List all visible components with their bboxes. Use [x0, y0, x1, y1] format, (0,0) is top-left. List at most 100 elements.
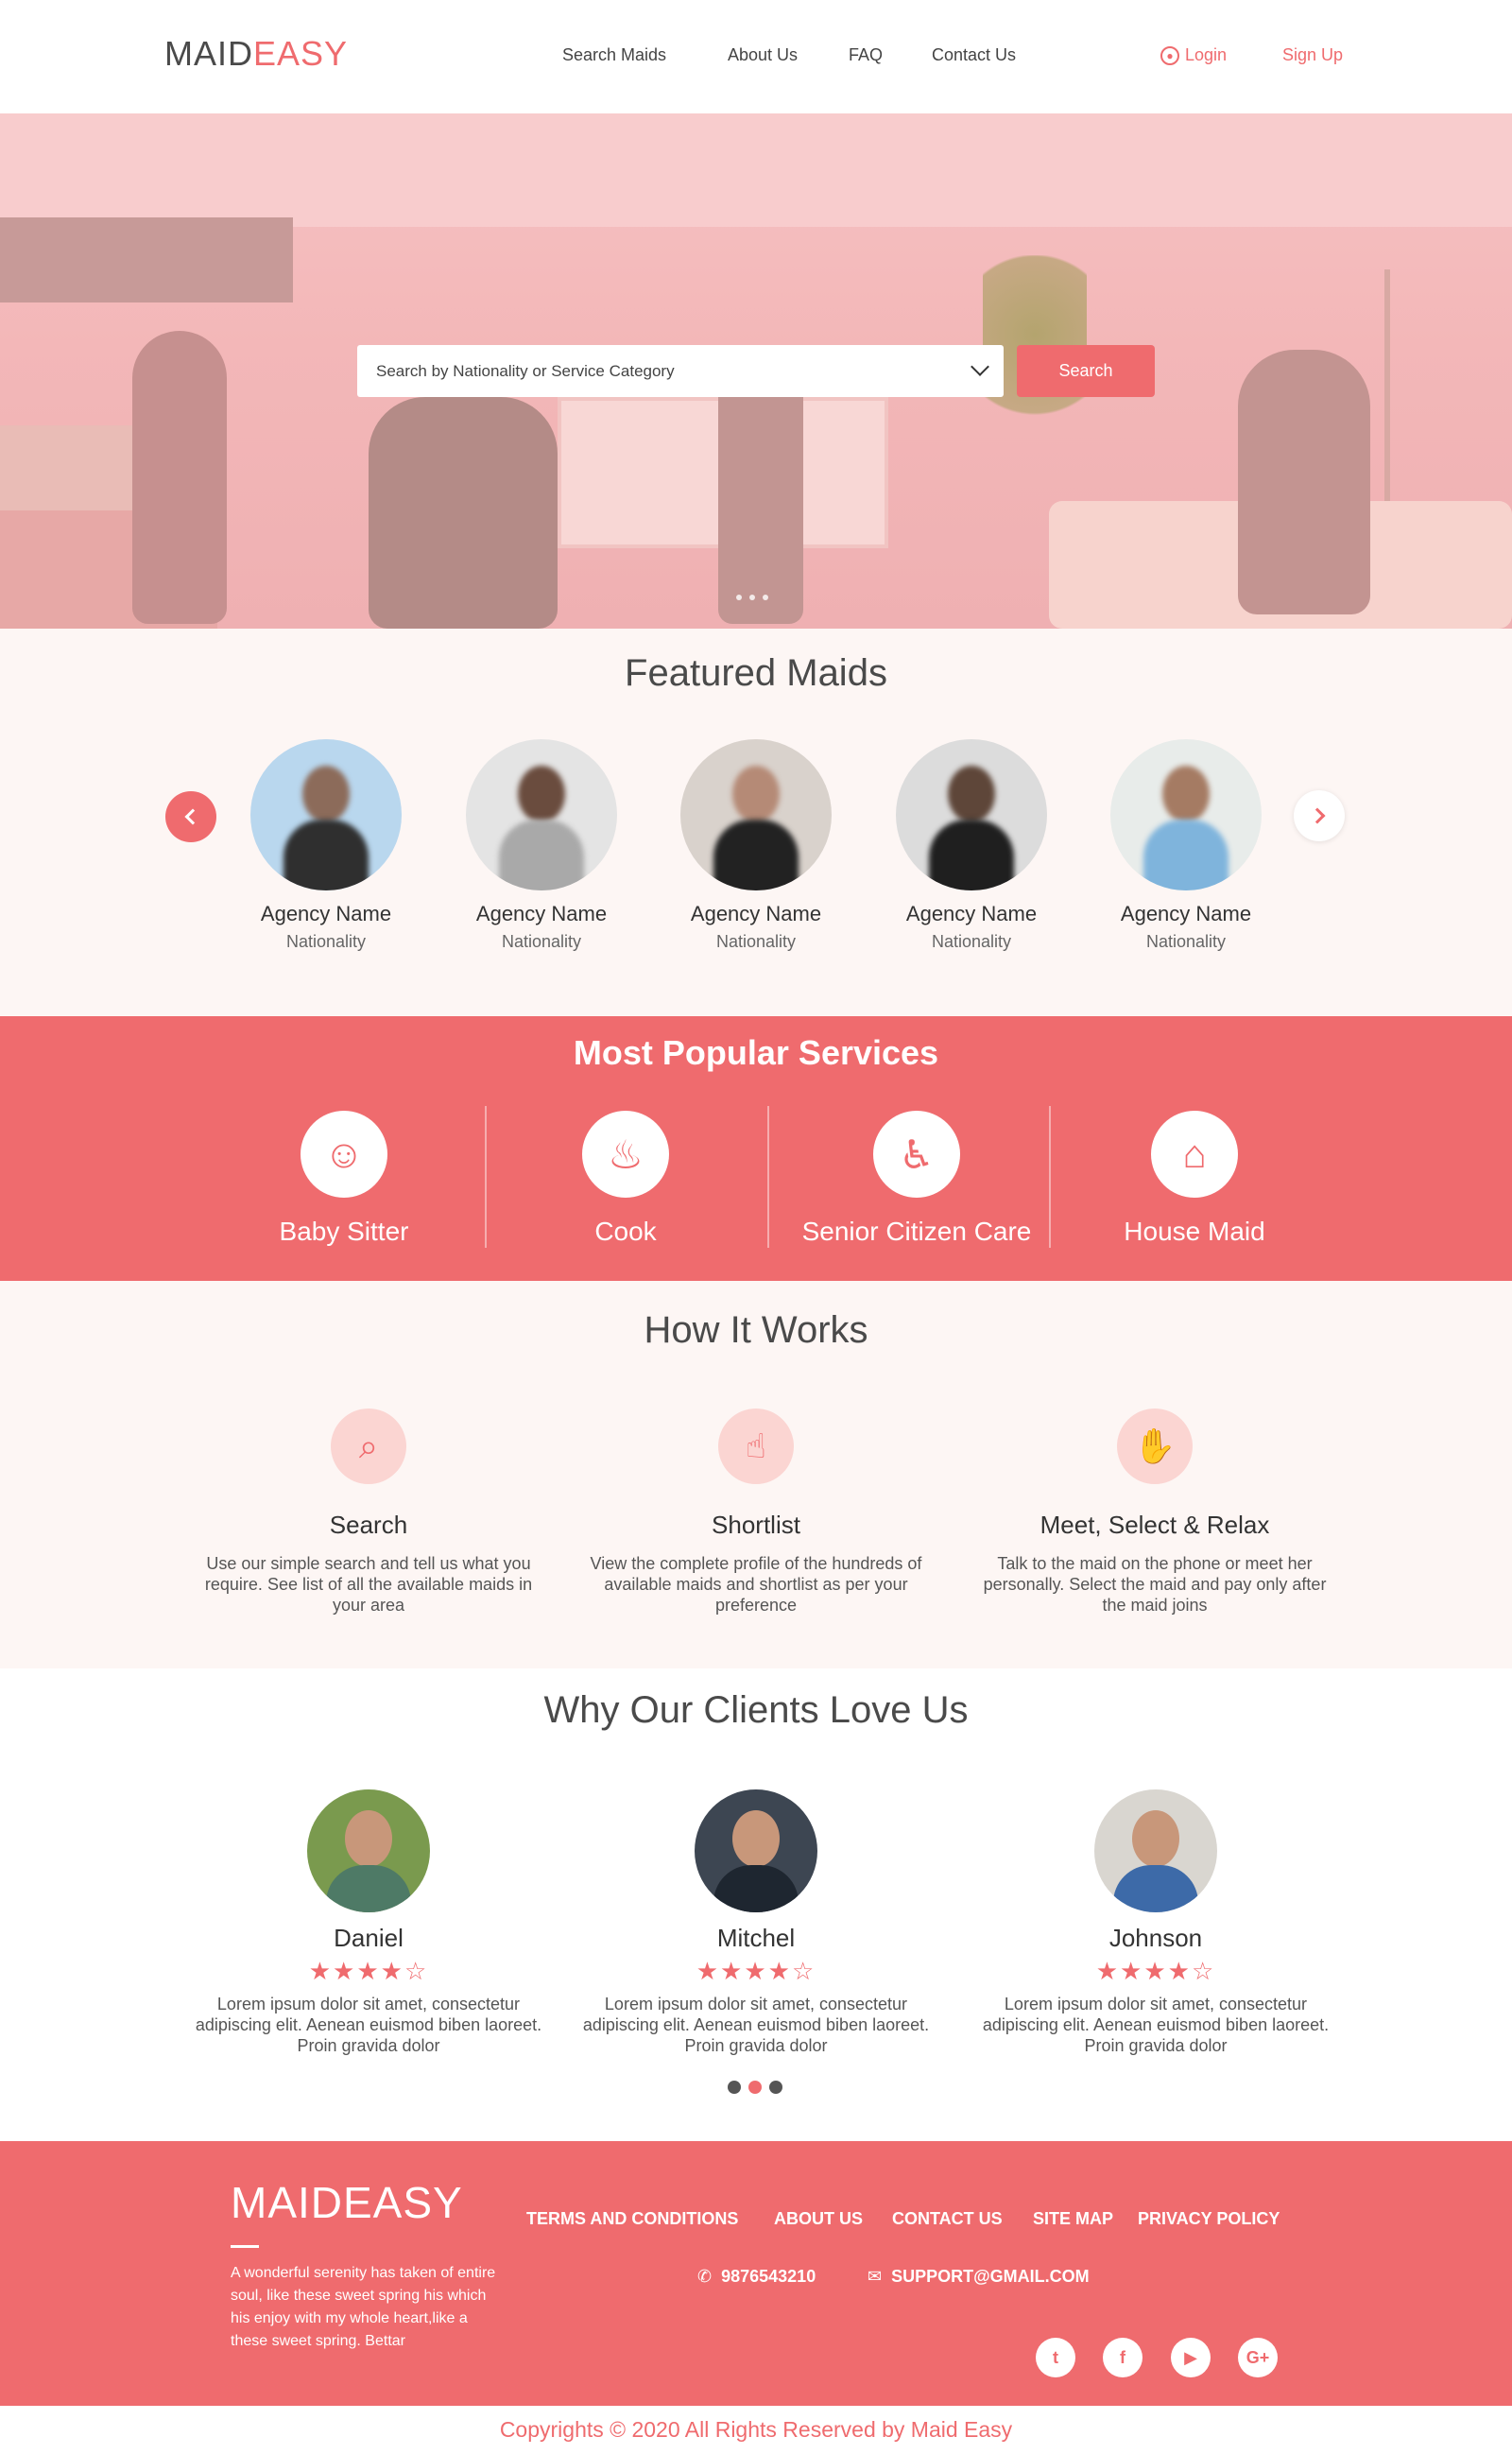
avatar-body: [1113, 1865, 1198, 1912]
agency-name: Agency Name: [1120, 902, 1252, 925]
search-person-icon: ⌕: [331, 1408, 406, 1484]
client-avatar: [695, 1789, 817, 1912]
footer-terms-link[interactable]: TERMS AND CONDITIONS: [526, 2209, 738, 2229]
hero-ceiling: [0, 113, 1512, 227]
footer-contact-link[interactable]: CONTACT US: [892, 2209, 1003, 2229]
facebook-icon[interactable]: f: [1103, 2338, 1143, 2377]
maid-photo: [680, 739, 832, 890]
step-title: Meet, Select & Relax: [1040, 1511, 1270, 1539]
step-title: Shortlist: [712, 1511, 800, 1539]
maid-card[interactable]: Agency Name Nationality: [232, 739, 421, 952]
maid-nationality: Nationality: [501, 932, 582, 951]
step-text: Talk to the maid on the phone or meet he…: [983, 1554, 1327, 1615]
hero-maid-figure: [1238, 350, 1370, 614]
popular-services-section: Most Popular Services ☺ Baby Sitter ♨ Co…: [0, 1016, 1512, 1281]
next-arrow-button[interactable]: [1294, 790, 1345, 841]
carousel-dot[interactable]: [749, 595, 755, 600]
carousel-dot[interactable]: [769, 2081, 782, 2094]
logo-easy: EASY: [253, 34, 349, 73]
footer-privacy-link[interactable]: PRIVACY POLICY: [1138, 2209, 1280, 2229]
client-avatar: [307, 1789, 430, 1912]
maid-photo: [896, 739, 1047, 890]
site-logo[interactable]: MAIDEASY: [164, 34, 348, 74]
footer-phone[interactable]: ✆ 9876543210: [697, 2267, 816, 2287]
maid-nationality: Nationality: [1145, 932, 1227, 951]
featured-title: Featured Maids: [625, 652, 887, 694]
house-maid-icon: ⌂: [1151, 1111, 1238, 1198]
photo-head: [732, 766, 780, 822]
testimonial-carousel-dots: [728, 2081, 782, 2094]
agency-name: Agency Name: [475, 902, 608, 925]
google-plus-icon[interactable]: G+: [1238, 2338, 1278, 2377]
maid-card[interactable]: Agency Name Nationality: [877, 739, 1066, 952]
star-rating: ★★★★☆: [1095, 1957, 1216, 1985]
footer: MAIDEASY A wonderful serenity has taken …: [0, 2141, 1512, 2406]
signup-link[interactable]: Sign Up: [1282, 45, 1343, 65]
footer-logo: MAIDEASY: [231, 2178, 463, 2227]
maid-photo: [250, 739, 402, 890]
service-baby-sitter[interactable]: ☺ Baby Sitter: [249, 1111, 438, 1247]
service-label: Senior Citizen Care: [801, 1217, 1032, 1246]
cook-icon: ♨: [582, 1111, 669, 1198]
maid-card[interactable]: Agency Name Nationality: [662, 739, 850, 952]
photo-head: [302, 766, 350, 822]
photo-body: [1143, 820, 1228, 890]
maid-card[interactable]: Agency Name Nationality: [1091, 739, 1280, 952]
youtube-icon[interactable]: ▶: [1171, 2338, 1211, 2377]
footer-email[interactable]: ✉ SUPPORT@GMAIL.COM: [868, 2267, 1090, 2287]
carousel-dot-active[interactable]: [748, 2081, 762, 2094]
avatar-head: [732, 1810, 780, 1867]
carousel-dot[interactable]: [728, 2081, 741, 2094]
senior-care-icon: ♿: [873, 1111, 960, 1198]
nav-contact-us[interactable]: Contact Us: [932, 45, 1016, 65]
step-title: Search: [329, 1511, 408, 1539]
shortlist-icon: ☝: [718, 1408, 794, 1484]
avatar-body: [713, 1865, 799, 1912]
chevron-right-icon: [1309, 807, 1326, 824]
login-label: Login: [1185, 45, 1228, 64]
service-cook[interactable]: ♨ Cook: [531, 1111, 720, 1247]
service-divider: [1049, 1106, 1051, 1248]
maid-nationality: Nationality: [285, 932, 367, 951]
carousel-dot[interactable]: [763, 595, 768, 600]
client-name: Daniel: [334, 1924, 404, 1952]
testimonial-card: Mitchel ★★★★☆ Lorem ipsum dolor sit amet…: [576, 1789, 936, 2056]
step-meet-select-relax: ✋ Meet, Select & Relax Talk to the maid …: [966, 1408, 1344, 1616]
service-label: Cook: [594, 1217, 657, 1246]
photo-body: [713, 820, 799, 890]
testimonial-card: Johnson ★★★★☆ Lorem ipsum dolor sit amet…: [976, 1789, 1335, 2056]
logo-maid: MAID: [164, 34, 253, 73]
footer-about-link[interactable]: ABOUT US: [774, 2209, 863, 2229]
carousel-dot[interactable]: [736, 595, 742, 600]
search-select[interactable]: Search by Nationality or Service Categor…: [357, 345, 1004, 397]
nav-about-us[interactable]: About Us: [728, 45, 798, 65]
client-quote: Lorem ipsum dolor sit amet, consectetur …: [195, 1995, 542, 2055]
star-rating: ★★★★☆: [696, 1957, 816, 1985]
footer-sitemap-link[interactable]: SITE MAP: [1033, 2209, 1113, 2229]
nav-search-maids[interactable]: Search Maids: [562, 45, 666, 65]
email-address: SUPPORT@GMAIL.COM: [891, 2267, 1090, 2286]
handshake-icon: ✋: [1117, 1408, 1193, 1484]
step-search: ⌕ Search Use our simple search and tell …: [180, 1408, 558, 1616]
service-label: Baby Sitter: [279, 1217, 409, 1246]
service-label: House Maid: [1124, 1217, 1265, 1246]
nav-faq[interactable]: FAQ: [849, 45, 883, 65]
service-house-maid[interactable]: ⌂ House Maid: [1100, 1111, 1289, 1247]
twitter-icon[interactable]: t: [1036, 2338, 1075, 2377]
service-senior-care[interactable]: ♿ Senior Citizen Care: [784, 1111, 1049, 1247]
agency-name: Agency Name: [260, 902, 392, 925]
search-placeholder: Search by Nationality or Service Categor…: [376, 361, 675, 380]
search-button[interactable]: Search: [1017, 345, 1155, 397]
client-name: Mitchel: [716, 1924, 796, 1952]
chevron-down-icon: [971, 357, 989, 376]
login-link[interactable]: ● Login: [1160, 45, 1227, 65]
maid-nationality: Nationality: [931, 932, 1012, 951]
star-rating: ★★★★☆: [308, 1957, 429, 1985]
footer-about-text: A wonderful serenity has taken of entire…: [231, 2265, 496, 2349]
testimonial-card: Daniel ★★★★☆ Lorem ipsum dolor sit amet,…: [189, 1789, 548, 2056]
client-quote: Lorem ipsum dolor sit amet, consectetur …: [582, 1995, 930, 2055]
prev-arrow-button[interactable]: [165, 791, 216, 842]
maid-card[interactable]: Agency Name Nationality: [447, 739, 636, 952]
photo-body: [499, 820, 584, 890]
services-title: Most Popular Services: [573, 1033, 939, 1072]
